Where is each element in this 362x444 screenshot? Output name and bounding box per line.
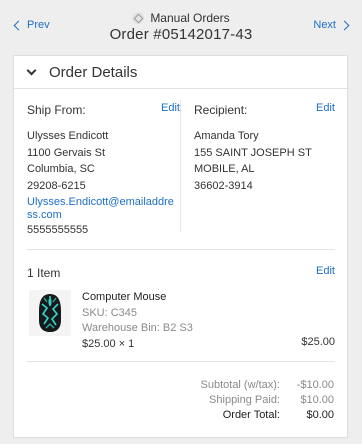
item-total: $25.00 bbox=[301, 336, 335, 348]
page-title: Manual Orders Order #05142017-43 bbox=[0, 11, 362, 43]
chevron-right-icon bbox=[339, 20, 350, 30]
item-bin: Warehouse Bin: B2 S3 bbox=[82, 322, 193, 334]
ship-from-email-link[interactable]: Ulysses.Endicott@emailaddress.com bbox=[27, 196, 177, 221]
order-title: Order #05142017-43 bbox=[109, 26, 253, 43]
ship-from-zip: 29208-6215 bbox=[27, 179, 86, 192]
item-price-qty: $25.00 × 1 bbox=[82, 337, 135, 350]
app-logo-icon bbox=[132, 12, 145, 24]
ship-from-street: 1100 Gervais St bbox=[27, 146, 106, 159]
next-label: Next bbox=[313, 19, 336, 31]
order-total-value: $0.00 bbox=[306, 409, 334, 421]
top-navigation-bar: Prev Manual Orders Order #05142017-43 Ne… bbox=[0, 0, 362, 52]
subtotal-label: Subtotal (w/tax): bbox=[200, 379, 280, 391]
ship-from-heading: Ship From: bbox=[27, 103, 86, 117]
items-divider bbox=[27, 361, 335, 362]
address-section: Ship From: Edit Ulysses Endicott 1100 Ge… bbox=[14, 90, 347, 242]
ship-from-phone: 5555555555 bbox=[27, 224, 89, 236]
ship-from-name: Ulysses Endicott bbox=[27, 130, 109, 142]
next-button[interactable]: Next bbox=[313, 19, 350, 31]
ship-from-edit-link[interactable]: Edit bbox=[161, 102, 180, 114]
chevron-down-icon bbox=[26, 65, 37, 75]
recipient-name: Amanda Tory bbox=[194, 130, 259, 142]
recipient-edit-link[interactable]: Edit bbox=[316, 102, 335, 114]
mouse-product-image bbox=[29, 290, 71, 336]
order-details-card: Order Details Ship From: Edit Ulysses En… bbox=[13, 55, 348, 438]
recipient-street: 155 SAINT JOSEPH ST bbox=[194, 146, 312, 159]
order-details-header[interactable]: Order Details bbox=[14, 56, 347, 89]
items-edit-link[interactable]: Edit bbox=[316, 265, 335, 277]
items-count: 1 Item bbox=[27, 266, 61, 280]
section-divider bbox=[27, 249, 335, 250]
ship-from-panel: Ship From: Edit Ulysses Endicott 1100 Ge… bbox=[27, 90, 180, 240]
list-item: Computer Mouse SKU: C345 Warehouse Bin: … bbox=[29, 290, 335, 350]
shipping-value: $10.00 bbox=[300, 394, 334, 406]
items-header: 1 Item Edit bbox=[27, 264, 335, 280]
item-sku: SKU: C345 bbox=[82, 306, 138, 319]
recipient-city-state: MOBILE, AL bbox=[194, 163, 255, 175]
section-title: Order Details bbox=[49, 63, 138, 81]
recipient-heading: Recipient: bbox=[194, 103, 248, 117]
recipient-zip: 36602-3914 bbox=[194, 179, 253, 192]
column-divider bbox=[180, 100, 181, 232]
item-name: Computer Mouse bbox=[82, 291, 167, 303]
ship-from-city-state: Columbia, SC bbox=[27, 163, 95, 175]
recipient-panel: Recipient: Edit Amanda Tory 155 SAINT JO… bbox=[194, 90, 335, 240]
subtotal-value: -$10.00 bbox=[296, 379, 334, 391]
order-total-label: Order Total: bbox=[222, 409, 280, 421]
app-title: Manual Orders bbox=[150, 11, 230, 25]
totals-summary: Subtotal (w/tax): -$10.00 Shipping Paid:… bbox=[134, 378, 334, 423]
shipping-label: Shipping Paid: bbox=[209, 394, 280, 406]
